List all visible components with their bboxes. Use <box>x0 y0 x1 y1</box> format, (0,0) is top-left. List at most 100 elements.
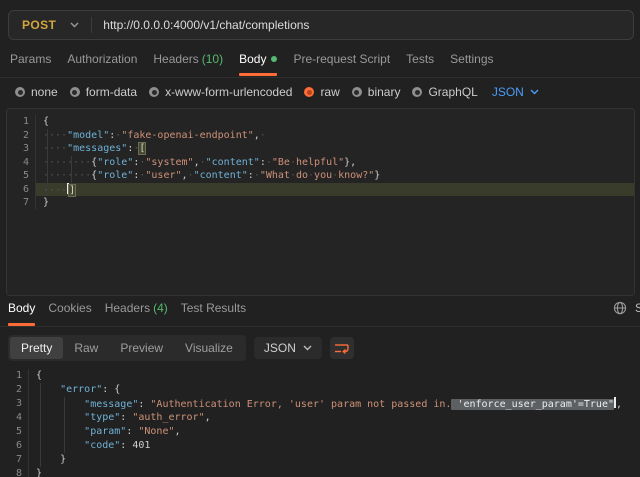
wrap-text-button[interactable] <box>330 337 354 359</box>
code-line[interactable]: 2····"model":·"fake-openai-endpoint",· <box>7 129 634 143</box>
line-number: 4 <box>7 156 35 170</box>
method-selector[interactable]: POST <box>9 18 70 32</box>
line-number: 5 <box>7 169 35 183</box>
radio-selected-icon <box>304 87 314 97</box>
code-token: } <box>60 454 66 465</box>
request-tabs-bar: Params Authorization Headers(10) Body Pr… <box>0 48 640 78</box>
response-tab-headers[interactable]: Headers(4) <box>105 301 168 315</box>
code-line[interactable]: 4········{"role":·"system",·"content":·"… <box>7 156 634 170</box>
code-line[interactable]: 5········{"role":·"user",·"content":·"Wh… <box>7 169 634 183</box>
response-headers-count-badge: (4) <box>153 301 168 315</box>
view-visualize[interactable]: Visualize <box>174 337 244 359</box>
tab-pre-request-script[interactable]: Pre-request Script <box>293 52 390 66</box>
line-number: 1 <box>0 369 28 383</box>
code-token: do <box>296 170 308 181</box>
line-number: 3 <box>7 142 35 156</box>
code-token <box>36 426 84 437</box>
code-token: "content" <box>194 170 248 181</box>
active-tab-underline <box>8 323 35 326</box>
code-line[interactable]: 1{ <box>7 115 634 129</box>
code-token: "role" <box>97 157 133 168</box>
line-number: 1 <box>7 115 35 129</box>
request-url-bar: POST http://0.0.0.0:4000/v1/chat/complet… <box>8 10 634 40</box>
code-line[interactable]: 6 "code": 401 <box>0 439 640 453</box>
tab-body[interactable]: Body <box>239 52 277 66</box>
tab-params[interactable]: Params <box>10 52 51 66</box>
view-preview[interactable]: Preview <box>109 337 174 359</box>
code-token <box>36 412 84 423</box>
code-line[interactable]: 7} <box>7 196 634 210</box>
radio-icon <box>412 87 422 97</box>
code-token: "message" <box>84 399 138 410</box>
code-token: 401 <box>132 440 150 451</box>
response-tab-cookies[interactable]: Cookies <box>48 301 91 315</box>
line-number: 3 <box>0 397 28 411</box>
code-token: : <box>126 426 138 437</box>
mode-form-data[interactable]: form-data <box>70 85 137 99</box>
globe-icon[interactable] <box>613 301 627 315</box>
mode-binary[interactable]: binary <box>352 85 401 99</box>
mode-none[interactable]: none <box>15 85 58 99</box>
code-token: , <box>205 412 211 423</box>
code-token: : <box>138 399 150 410</box>
response-tabs-bar: Body Cookies Headers(4) Test Results S <box>0 299 640 327</box>
body-modified-dot <box>271 56 277 62</box>
code-line[interactable]: 8} <box>0 467 640 477</box>
url-input[interactable]: http://0.0.0.0:4000/v1/chat/completions <box>103 18 309 32</box>
code-token: "None" <box>138 426 174 437</box>
tab-tests[interactable]: Tests <box>406 52 434 66</box>
code-token: [ <box>139 143 145 154</box>
body-mode-bar: none form-data x-www-form-urlencoded raw… <box>0 78 640 106</box>
code-line[interactable]: 5 "param": "None", <box>0 425 640 439</box>
code-token: , <box>616 399 622 410</box>
code-token: ········ <box>43 157 91 168</box>
mode-x-www-form-urlencoded[interactable]: x-www-form-urlencoded <box>149 85 292 99</box>
chevron-down-icon <box>303 345 312 351</box>
code-line[interactable]: 2 "error": { <box>0 383 640 397</box>
code-token: ········ <box>43 170 91 181</box>
response-body-viewer[interactable]: 1{2 "error": {3 "message": "Authenticati… <box>0 367 640 477</box>
chevron-down-icon[interactable] <box>70 22 79 28</box>
radio-icon <box>70 87 80 97</box>
view-pretty[interactable]: Pretty <box>10 337 63 359</box>
code-token: "type" <box>84 412 120 423</box>
code-token: "Authentication Error, 'user' param not … <box>150 399 451 410</box>
line-number: 6 <box>7 183 35 197</box>
indent-guide <box>64 397 65 453</box>
mode-graphql[interactable]: GraphQL <box>412 85 477 99</box>
code-token: "error" <box>60 384 102 395</box>
code-token: "What <box>260 170 290 181</box>
code-token: , <box>175 426 181 437</box>
code-line[interactable]: 3····"messages":·[ <box>7 142 634 156</box>
code-token: } <box>374 170 380 181</box>
code-token: "param" <box>84 426 126 437</box>
code-token: } <box>36 468 42 477</box>
tab-headers[interactable]: Headers(10) <box>153 52 223 66</box>
line-number: 6 <box>0 439 28 453</box>
response-language-select[interactable]: JSON <box>254 337 322 359</box>
code-line[interactable]: 1{ <box>0 369 640 383</box>
code-token <box>36 399 84 410</box>
view-raw[interactable]: Raw <box>63 337 109 359</box>
code-token: : <box>120 412 132 423</box>
divider <box>91 17 92 33</box>
code-token: "messages" <box>67 143 127 154</box>
code-token: { <box>36 370 42 381</box>
view-mode-group: Pretty Raw Preview Visualize <box>8 335 246 361</box>
line-number: 5 <box>0 425 28 439</box>
code-line[interactable]: 6····] <box>7 183 634 197</box>
radio-icon <box>352 87 362 97</box>
response-tab-test-results[interactable]: Test Results <box>181 301 246 315</box>
raw-language-select[interactable]: JSON <box>492 85 539 99</box>
response-tab-body[interactable]: Body <box>8 301 35 315</box>
code-token: }, <box>344 157 356 168</box>
code-token: know?" <box>338 170 374 181</box>
tab-settings[interactable]: Settings <box>450 52 493 66</box>
tab-authorization[interactable]: Authorization <box>67 52 137 66</box>
code-line[interactable]: 3 "message": "Authentication Error, 'use… <box>0 397 640 411</box>
code-token: 'enforce_user_param'=True" <box>451 399 614 410</box>
code-line[interactable]: 7 } <box>0 453 640 467</box>
mode-raw[interactable]: raw <box>304 85 339 99</box>
request-body-editor[interactable]: 1{2····"model":·"fake-openai-endpoint",·… <box>6 108 635 296</box>
code-line[interactable]: 4 "type": "auth_error", <box>0 411 640 425</box>
